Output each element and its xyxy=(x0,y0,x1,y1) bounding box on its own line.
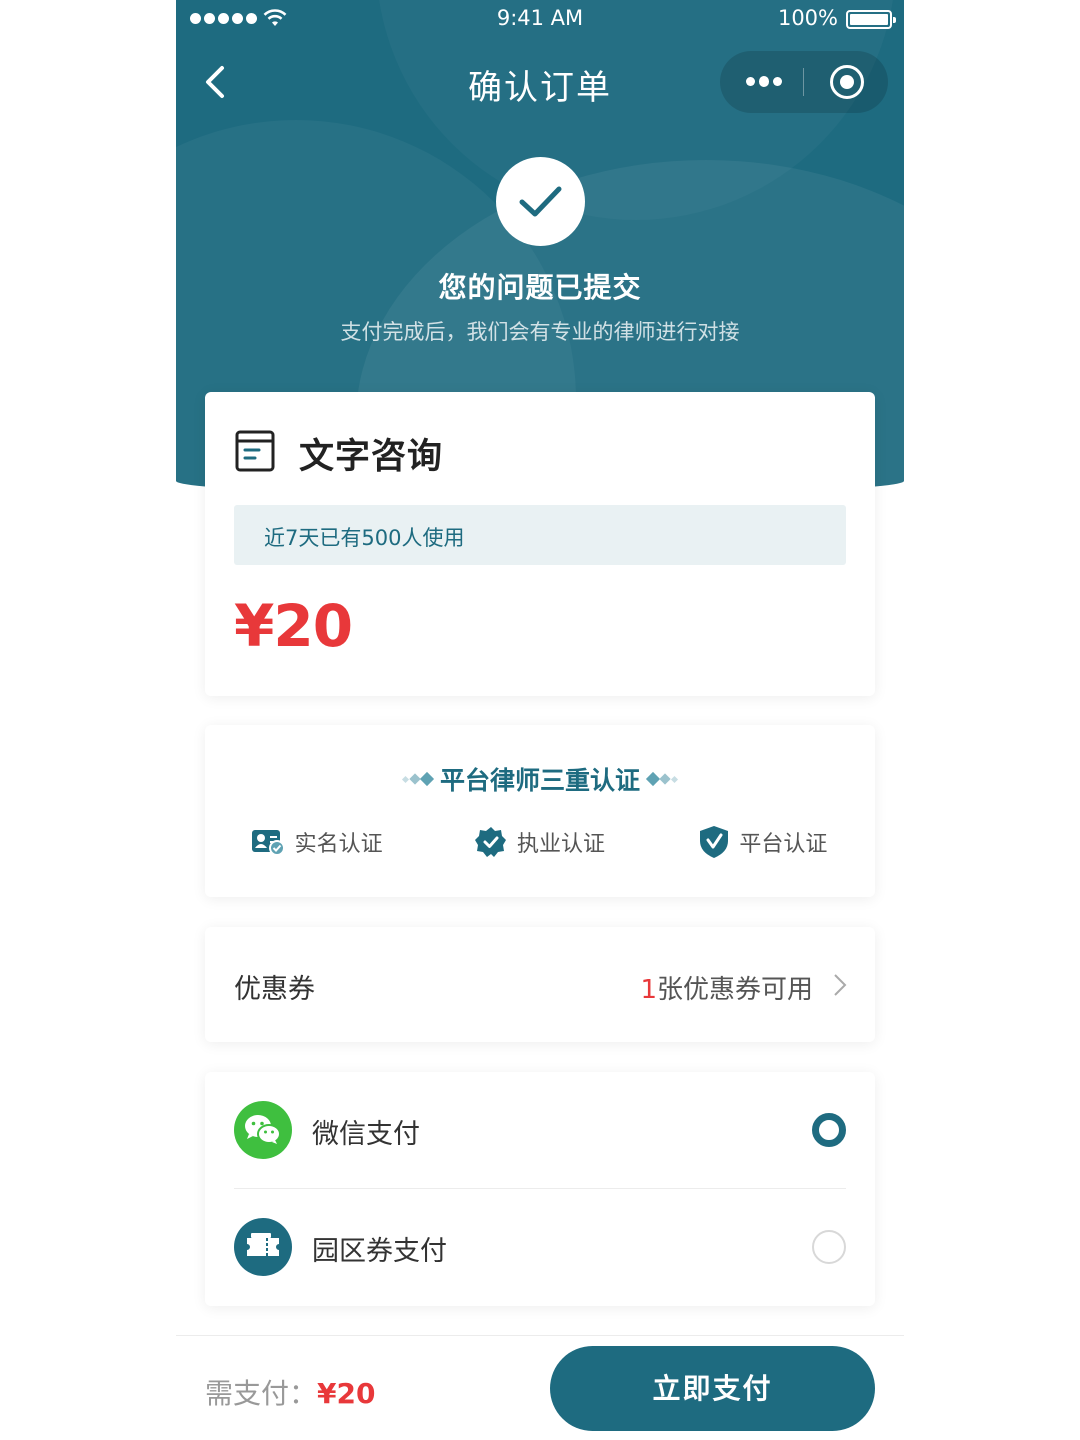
amount-due-value: ¥20 xyxy=(317,1377,376,1410)
success-check-icon xyxy=(496,157,585,246)
id-card-icon xyxy=(251,830,285,856)
coupon-label: 优惠券 xyxy=(234,974,315,1005)
amount-due-label: 需支付： xyxy=(205,1377,318,1410)
shield-check-icon xyxy=(700,826,729,858)
cert-label: 平台认证 xyxy=(739,832,828,857)
status-bar: 9:41 AM 100% xyxy=(176,0,904,40)
bottom-pay-bar: 需支付：¥20 立即支付 xyxy=(176,1335,904,1440)
capsule-divider xyxy=(803,68,804,96)
payment-methods-card: 微信支付 园区券支付 xyxy=(205,1072,875,1306)
decor-left-icon xyxy=(401,771,435,787)
navigation-bar: 确认订单 xyxy=(176,40,904,124)
cert-label: 实名认证 xyxy=(294,832,383,857)
decor-right-icon xyxy=(645,771,679,787)
battery-percentage: 100% xyxy=(777,6,838,30)
cert-label: 执业认证 xyxy=(516,832,605,857)
more-icon[interactable] xyxy=(746,69,782,93)
service-card: 文字咨询 近7天已有500人使用 ¥20 xyxy=(205,392,875,696)
payment-name: 园区券支付 xyxy=(312,1236,447,1267)
submitted-subtitle: 支付完成后，我们会有专业的律师进行对接 xyxy=(340,320,740,344)
payment-name: 微信支付 xyxy=(312,1119,420,1150)
battery-icon xyxy=(846,10,896,29)
miniprogram-capsule xyxy=(720,51,888,113)
service-price: ¥20 xyxy=(234,592,353,660)
phone-screen: 9:41 AM 100% 确认订单 您的问题已提交 支付完成后，我们会有专业的律… xyxy=(176,0,904,1440)
cert-item-platform: 平台认证 xyxy=(652,825,875,859)
coupon-row[interactable]: 优惠券 1张优惠券可用 xyxy=(205,927,875,1042)
submitted-title: 您的问题已提交 xyxy=(438,271,642,304)
service-name: 文字咨询 xyxy=(299,437,444,477)
coupon-available-text: 张优惠券可用 xyxy=(656,975,813,1005)
coupon-availability: 1张优惠券可用 xyxy=(640,969,813,1006)
cert-item-practice: 执业认证 xyxy=(428,825,651,859)
pay-now-button[interactable]: 立即支付 xyxy=(550,1346,875,1431)
radio-selected[interactable] xyxy=(812,1113,846,1147)
wechat-icon xyxy=(234,1101,292,1159)
verified-badge-icon xyxy=(474,827,506,857)
certification-heading: 平台律师三重认证 xyxy=(205,761,875,797)
payment-option-park-voucher[interactable]: 园区券支付 xyxy=(205,1189,875,1306)
ticket-icon xyxy=(234,1218,292,1276)
document-icon xyxy=(235,430,275,472)
cert-item-real-name: 实名认证 xyxy=(205,825,428,859)
certification-card: 平台律师三重认证 实名认证 执业认证 平台认证 xyxy=(205,725,875,897)
coupon-count: 1 xyxy=(640,975,657,1005)
payment-option-wechat[interactable]: 微信支付 xyxy=(205,1072,875,1189)
usage-banner: 近7天已有500人使用 xyxy=(234,505,846,565)
chevron-right-icon xyxy=(834,974,847,996)
certification-title: 平台律师三重认证 xyxy=(439,766,640,795)
certification-list: 实名认证 执业认证 平台认证 xyxy=(205,825,875,859)
radio-unselected[interactable] xyxy=(812,1230,846,1264)
amount-due: 需支付：¥20 xyxy=(205,1372,375,1412)
close-miniprogram-icon[interactable] xyxy=(830,65,864,99)
